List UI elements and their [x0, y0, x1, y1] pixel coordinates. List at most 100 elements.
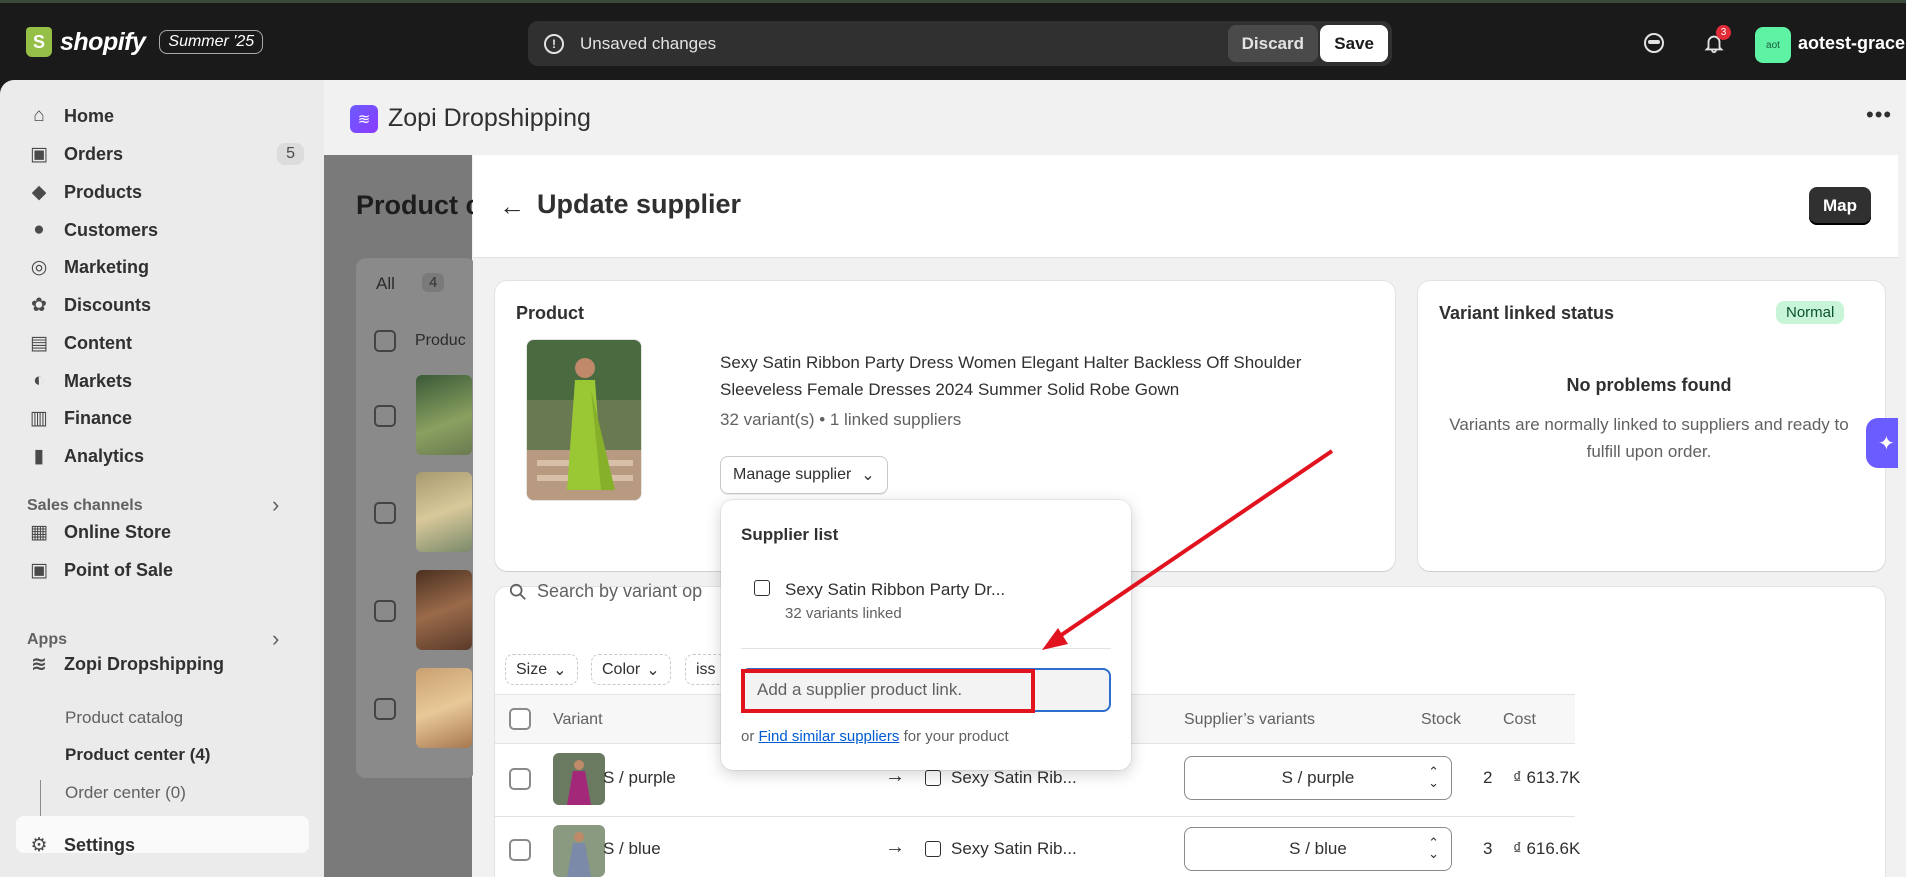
chevron-down-icon: ⌄: [646, 661, 660, 679]
variant-thumbnail: [553, 753, 605, 805]
popover-supplier-name[interactable]: Sexy Satin Ribbon Party Dr...: [785, 580, 1005, 600]
supplier-list-popover: Supplier list Sexy Satin Ribbon Party Dr…: [721, 500, 1131, 770]
variant-name: S / blue: [603, 839, 661, 858]
sidebar-item-label: Finance: [64, 407, 133, 428]
brand-name: shopify: [60, 27, 146, 56]
back-arrow-icon[interactable]: ←: [499, 191, 525, 222]
updown-chevron-icon: ⌃ ⌄: [1428, 835, 1439, 861]
sidebar-item-analytics[interactable]: ▮ Analytics: [28, 440, 308, 472]
gear-icon: ⚙: [30, 834, 48, 856]
bell-icon[interactable]: 3: [1701, 25, 1731, 56]
zopi-app-icon: ≋: [31, 653, 47, 675]
sidebar-item-label: Customers: [64, 219, 159, 240]
app-title: Zopi Dropshipping: [388, 104, 591, 132]
supplier-store-icon: [925, 841, 941, 857]
top-bar: S shopify Summer '25 ! Unsaved changes D…: [0, 0, 1906, 80]
panel-title: Update supplier: [537, 189, 742, 219]
sidebar-item-products[interactable]: ◆ Products: [28, 176, 308, 208]
globe-icon: ◐: [33, 370, 45, 391]
map-button[interactable]: Map: [1809, 187, 1871, 225]
avatar[interactable]: aot: [1755, 27, 1791, 63]
save-button[interactable]: Save: [1320, 25, 1388, 62]
shopify-bag-icon: S: [26, 27, 52, 57]
app-header: ≋ Zopi Dropshipping: [350, 104, 591, 133]
panel-header: ← Update supplier Map: [473, 155, 1906, 258]
sidebar-item-finance[interactable]: ▥ Finance: [28, 402, 308, 434]
status-description: Variants are normally linked to supplier…: [1449, 415, 1849, 461]
sidebar-subitem-order-center[interactable]: Order center (0): [65, 783, 186, 803]
home-icon: ⌂: [33, 105, 45, 126]
sidebar-item-label: Content: [64, 332, 132, 353]
sidebar-item-marketing[interactable]: ◎ Marketing: [28, 251, 308, 283]
select-all-checkbox[interactable]: [509, 708, 531, 730]
manage-supplier-button[interactable]: Manage supplier ⌄: [720, 456, 888, 494]
find-similar-suppliers-link[interactable]: Find similar suppliers: [759, 728, 900, 745]
background-thumbnail: [416, 570, 472, 650]
supplier-link-input[interactable]: [741, 668, 1111, 712]
supplier-variant-select[interactable]: S / purple ⌃ ⌄: [1184, 756, 1452, 800]
cost-value: ₫ 616.6K: [1513, 839, 1581, 858]
sidebar-item-settings[interactable]: ⚙ Settings: [28, 829, 308, 861]
sidebar-item-customers[interactable]: ● Customers: [28, 214, 308, 246]
sidebar-item-orders[interactable]: ▣ Orders 5: [28, 138, 308, 170]
pos-icon: ▣: [30, 559, 48, 581]
unsaved-changes-bar: ! Unsaved changes Discard Save: [528, 21, 1392, 66]
sidebar-item-online-store[interactable]: ▦ Online Store: [28, 516, 308, 548]
select-value: S / purple: [1281, 768, 1355, 787]
sidebar-item-label: Home: [64, 105, 115, 126]
status-title: No problems found: [1566, 375, 1732, 395]
orders-count-badge: 5: [277, 143, 304, 165]
sidebar-subitem-product-center[interactable]: Product center (4): [65, 745, 210, 765]
sidebar-item-label: Settings: [64, 834, 136, 855]
sidebar-item-home[interactable]: ⌂ Home: [28, 100, 308, 132]
filter-size[interactable]: Size ⌄: [505, 654, 578, 685]
alert-icon: !: [544, 33, 564, 54]
sidebar-item-markets[interactable]: ◐ Markets: [28, 365, 308, 397]
status-card-title: Variant linked status: [1439, 303, 1615, 323]
sidebar-item-label: Markets: [64, 370, 133, 391]
supplier-name[interactable]: Sexy Satin Rib...: [951, 839, 1077, 859]
supplier-name[interactable]: Sexy Satin Rib...: [951, 768, 1077, 788]
sidebar-item-discounts[interactable]: ✿ Discounts: [28, 289, 308, 321]
product-image[interactable]: [526, 339, 642, 501]
sidebar-item-zopi[interactable]: ≋ Zopi Dropshipping: [28, 648, 308, 680]
discount-icon: ✿: [31, 294, 47, 316]
sidekick-icon[interactable]: [1641, 30, 1667, 56]
popover-supplier-sub: 32 variants linked: [785, 605, 902, 622]
row-checkbox[interactable]: [509, 768, 531, 790]
row-checkbox[interactable]: [509, 839, 531, 861]
chevron-right-icon[interactable]: ›: [272, 492, 279, 518]
variant-search[interactable]: Search by variant op: [509, 581, 702, 602]
supplier-store-icon: [754, 580, 770, 596]
sidebar: ⌂ Home ▣ Orders 5 ◆ Products ● Customers ◎ Ma…: [0, 80, 324, 877]
background-page-title: Product c: [356, 190, 481, 220]
background-thumbnail: [416, 375, 472, 455]
variant-thumbnail: [553, 825, 605, 877]
edition-badge: Summer '25: [159, 30, 264, 54]
sales-channels-label: Sales channels: [27, 497, 143, 514]
target-icon: ◎: [30, 256, 48, 278]
supplier-variant-select[interactable]: S / blue ⌃ ⌄: [1184, 827, 1452, 871]
sidebar-item-label: Products: [64, 181, 143, 202]
more-options-icon[interactable]: •••: [1866, 102, 1892, 128]
background-thumbnail: [416, 668, 472, 748]
shopify-logo[interactable]: S shopify Summer '25: [26, 27, 264, 57]
user-name[interactable]: aotest-grace: [1798, 33, 1905, 54]
sidebar-item-content[interactable]: ▤ Content: [28, 327, 308, 359]
filter-color[interactable]: Color ⌄: [591, 654, 671, 685]
background-checkbox: [374, 502, 396, 524]
tag-icon: ◆: [31, 181, 47, 203]
column-supplier-variants: Supplier’s variants: [1184, 711, 1316, 728]
stock-value: 3: [1483, 839, 1493, 858]
stock-value: 2: [1483, 768, 1493, 787]
scrollbar[interactable]: [1898, 155, 1906, 877]
discard-button[interactable]: Discard: [1227, 25, 1318, 62]
image-icon: ▤: [30, 332, 48, 354]
sidebar-subitem-product-catalog[interactable]: Product catalog: [65, 708, 183, 728]
search-placeholder: Search by variant op: [537, 581, 703, 601]
sidebar-item-point-of-sale[interactable]: ▣ Point of Sale: [28, 554, 308, 586]
filter-label: iss: [696, 660, 716, 678]
column-variant: Variant: [553, 711, 603, 728]
status-badge: Normal: [1776, 301, 1845, 324]
variant-name: S / purple: [603, 768, 676, 787]
